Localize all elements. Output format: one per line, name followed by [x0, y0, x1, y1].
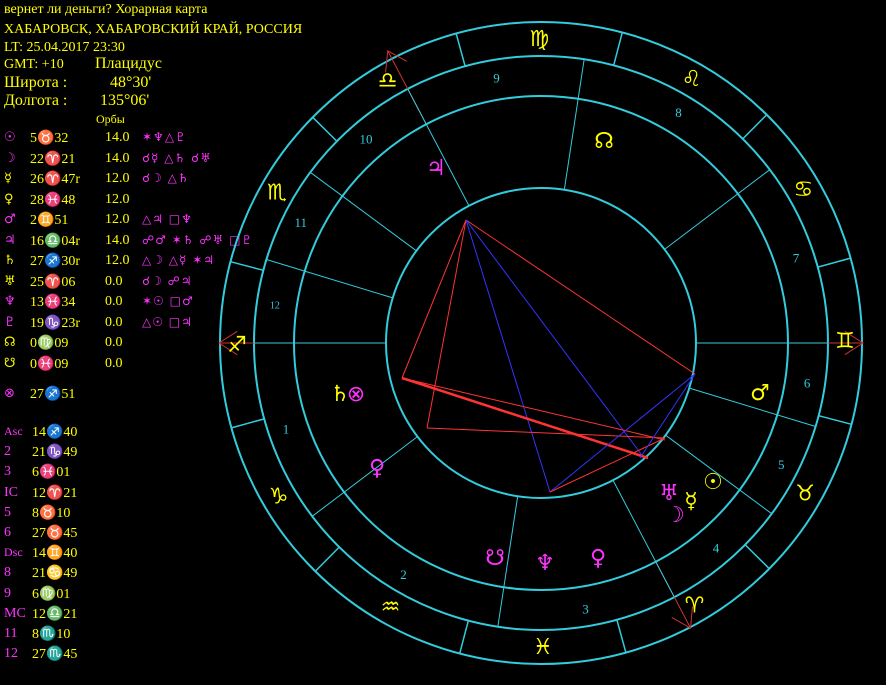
- zodiac-sign-glyph: ♎: [378, 69, 398, 94]
- horary-chart-wheel: ♐♑♒♓♈♉♊♋♌♍♎♏ 123456789101112 ♄⊗♀☋ ♆ ♀♅ ☉☿☽♂…: [218, 21, 864, 665]
- sign-boundary-line: [458, 620, 470, 654]
- wheel-planet-glyphs: ♄⊗♀☋ ♆ ♀♅ ☉☿☽♂♃☊: [330, 129, 770, 576]
- sign-boundary-line: [612, 32, 624, 66]
- zodiac-sign-glyph: ♉: [795, 481, 815, 506]
- zodiac-sign-glyph: ♍: [529, 27, 549, 52]
- sign-boundary-line: [230, 260, 264, 272]
- sign-boundary-line: [616, 619, 627, 653]
- sign-boundary-line: [314, 546, 340, 572]
- house-number: 6: [804, 376, 811, 391]
- house-cusp-line: [266, 258, 393, 299]
- wheel-planet-glyph-icon: ☉: [703, 470, 723, 495]
- aspect-line: [401, 376, 649, 460]
- house-number: 11: [294, 215, 307, 230]
- house-number: 5: [778, 457, 785, 472]
- wheel-planet-glyph-icon: ♀: [590, 546, 606, 571]
- aspect-line: [639, 373, 696, 459]
- house-cusp-line: [664, 169, 771, 250]
- house-number: 4: [713, 540, 720, 555]
- house-number: 9: [493, 71, 500, 86]
- house-number: 2: [400, 567, 407, 582]
- sign-boundary-line: [312, 116, 338, 142]
- zodiac-sign-glyph: ♈: [685, 593, 705, 618]
- wheel-planet-glyph-icon: ♂: [750, 381, 770, 406]
- sign-boundary-line: [817, 257, 851, 268]
- house-cusp-line: [311, 436, 418, 517]
- house-number: 12: [270, 300, 280, 311]
- zodiac-sign-glyph: ♑: [269, 485, 289, 510]
- house-number: 7: [793, 250, 800, 265]
- zodiac-sign-glyph: ♌: [682, 67, 702, 92]
- sign-boundary-line: [742, 114, 768, 140]
- wheel-planet-glyph-icon: ⊗: [347, 382, 365, 407]
- aspect-line: [426, 427, 666, 439]
- house-number: 3: [582, 601, 589, 616]
- wheel-planet-glyph-icon: ♀: [369, 456, 385, 481]
- sign-boundary-line: [744, 544, 770, 570]
- zodiac-sign-glyph: ♊: [835, 329, 855, 354]
- wheel-axes: [218, 49, 864, 629]
- house-number: 8: [675, 105, 682, 120]
- zodiac-sign-glyph: ♋: [794, 177, 814, 202]
- zodiac-sign-glyph: ♐: [227, 333, 247, 358]
- zodiac-sign-glyph: ♒: [381, 595, 401, 620]
- aspect-line: [465, 219, 551, 493]
- wheel-planet-glyph-icon: ♆: [535, 551, 555, 576]
- wheel-planet-glyph-icon: ♃: [426, 156, 446, 181]
- wheel-planet-glyph-icon: ☿: [684, 489, 698, 514]
- wheel-planet-glyph-icon: ☽: [665, 503, 685, 528]
- house-cusp-line: [563, 59, 585, 190]
- house-number: 10: [359, 132, 372, 147]
- house-cusp-line: [407, 88, 470, 206]
- wheel-planet-glyph-icon: ☋: [485, 546, 505, 571]
- wheel-planet-glyph-icon: ☊: [594, 129, 614, 154]
- sign-boundary-line: [231, 418, 265, 429]
- aspect-line: [465, 219, 645, 459]
- house-cusp-line: [309, 171, 417, 252]
- sign-boundary-line: [818, 414, 852, 426]
- sign-boundary-line: [455, 33, 466, 67]
- zodiac-sign-glyph: ♓: [533, 635, 553, 660]
- house-number: 1: [283, 422, 290, 437]
- zodiac-sign-glyph: ♏: [267, 181, 287, 206]
- aspect-line: [401, 219, 467, 379]
